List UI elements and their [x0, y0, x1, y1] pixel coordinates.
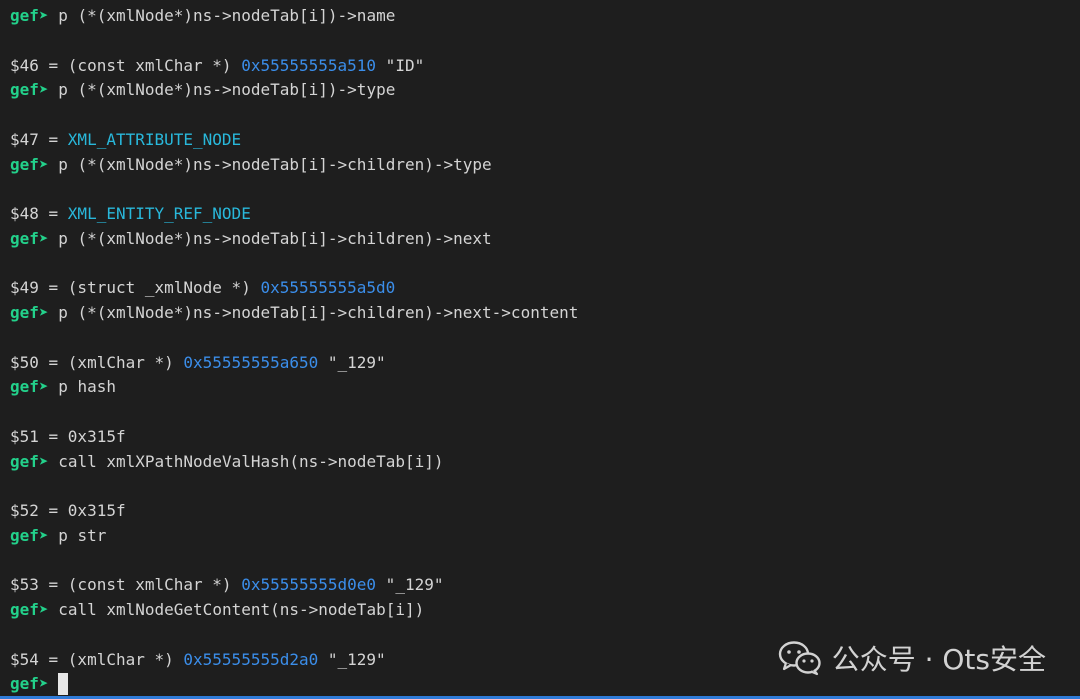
prompt-arrow-icon: ➤ — [38, 80, 49, 100]
prompt-label: gef — [10, 303, 39, 322]
prompt-arrow-icon: ➤ — [38, 674, 49, 694]
prompt-label: gef — [10, 525, 39, 545]
output-text: "_129" — [318, 649, 386, 669]
command-text: p str — [58, 525, 107, 545]
output-text: "ID" — [376, 55, 425, 75]
output-text: "_129" — [376, 575, 444, 595]
prompt-label: gef — [10, 6, 39, 25]
address-value: 0x55555555a5d0 — [260, 278, 396, 298]
address-value: 0x55555555a510 — [241, 55, 377, 75]
prompt-label: gef — [10, 377, 39, 397]
command-text: p (*(xmlNode*)ns->nodeTab[i])->name — [58, 6, 396, 25]
output-line: $46 = (const xmlChar *) 0x55555555a510 "… — [10, 54, 424, 78]
output-line: $47 = XML_ATTRIBUTE_NODE — [10, 128, 241, 152]
address-value: 0x55555555a650 — [183, 352, 319, 372]
output-line: $49 = (struct _xmlNode *) 0x55555555a5d0 — [10, 276, 395, 300]
output-line: $53 = (const xmlChar *) 0x55555555d0e0 "… — [10, 573, 443, 597]
input-line: gef➤ — [10, 672, 69, 696]
output-line: $48 = XML_ENTITY_REF_NODE — [10, 202, 251, 226]
command-line: gef➤ p (*(xmlNode*)ns->nodeTab[i])->name — [10, 4, 395, 28]
output-text: $53 = (const xmlChar *) — [10, 575, 242, 595]
output-text: $54 = (xmlChar *) — [10, 649, 184, 669]
prompt-arrow-icon: ➤ — [38, 154, 49, 174]
command-line: gef➤ p (*(xmlNode*)ns->nodeTab[i]->child… — [10, 153, 492, 177]
output-text: $52 = 0x315f — [10, 501, 126, 520]
output-line: $51 = 0x315f — [10, 425, 126, 449]
wechat-icon — [778, 640, 822, 676]
command-line: gef➤ call xmlNodeGetContent(ns->nodeTab[… — [10, 598, 424, 622]
prompt-arrow-icon: ➤ — [38, 228, 49, 248]
command-text: p (*(xmlNode*)ns->nodeTab[i]->children)-… — [58, 154, 492, 174]
command-text: p hash — [58, 377, 116, 397]
enum-value: XML_ATTRIBUTE_NODE — [67, 129, 242, 149]
command-text: call xmlXPathNodeValHash(ns->nodeTab[i]) — [58, 451, 444, 471]
command-line: gef➤ p (*(xmlNode*)ns->nodeTab[i]->child… — [10, 227, 492, 251]
output-text: $47 = — [10, 129, 68, 149]
output-text: $48 = — [10, 204, 68, 223]
prompt-arrow-icon: ➤ — [38, 303, 49, 322]
prompt-label: gef — [10, 451, 39, 471]
terminal-window[interactable]: gef➤ p (*(xmlNode*)ns->nodeTab[i])->name… — [0, 0, 1080, 699]
watermark-text: 公众号 · Ots安全 — [831, 643, 1046, 676]
command-line: gef➤ p str — [10, 524, 106, 548]
command-line: gef➤ p (*(xmlNode*)ns->nodeTab[i]->child… — [10, 301, 578, 325]
command-text: p (*(xmlNode*)ns->nodeTab[i]->children)-… — [58, 228, 492, 248]
prompt-label: gef — [10, 228, 39, 248]
prompt-label: gef — [10, 600, 39, 619]
output-text: $50 = (xmlChar *) — [10, 352, 184, 372]
prompt-arrow-icon: ➤ — [38, 600, 49, 619]
command-text: p (*(xmlNode*)ns->nodeTab[i]->children)-… — [58, 303, 579, 322]
command-text: p (*(xmlNode*)ns->nodeTab[i])->type — [58, 80, 396, 100]
prompt-label: gef — [10, 154, 39, 174]
output-text: "_129" — [318, 352, 386, 372]
output-text: $51 = 0x315f — [10, 426, 126, 446]
command-line: gef➤ call xmlXPathNodeValHash(ns->nodeTa… — [10, 450, 444, 474]
command-line: gef➤ p hash — [10, 375, 116, 399]
enum-value: XML_ENTITY_REF_NODE — [67, 204, 251, 223]
prompt-arrow-icon: ➤ — [38, 377, 49, 397]
address-value: 0x55555555d2a0 — [183, 649, 319, 669]
command-line: gef➤ p (*(xmlNode*)ns->nodeTab[i])->type — [10, 78, 395, 102]
prompt-arrow-icon: ➤ — [38, 451, 49, 471]
text-cursor — [58, 672, 69, 695]
output-line: $52 = 0x315f — [10, 499, 126, 523]
prompt-arrow-icon: ➤ — [38, 525, 49, 545]
address-value: 0x55555555d0e0 — [241, 575, 377, 595]
prompt-label: gef — [10, 80, 39, 100]
output-line: $54 = (xmlChar *) 0x55555555d2a0 "_129" — [10, 648, 386, 672]
output-text: $46 = (const xmlChar *) — [10, 55, 242, 75]
output-line: $50 = (xmlChar *) 0x55555555a650 "_129" — [10, 351, 386, 375]
prompt-label: gef — [10, 674, 39, 694]
watermark: 公众号 · Ots安全 — [778, 638, 1046, 678]
prompt-arrow-icon: ➤ — [38, 6, 49, 25]
output-text: $49 = (struct _xmlNode *) — [10, 278, 261, 298]
command-text: call xmlNodeGetContent(ns->nodeTab[i]) — [58, 600, 425, 619]
